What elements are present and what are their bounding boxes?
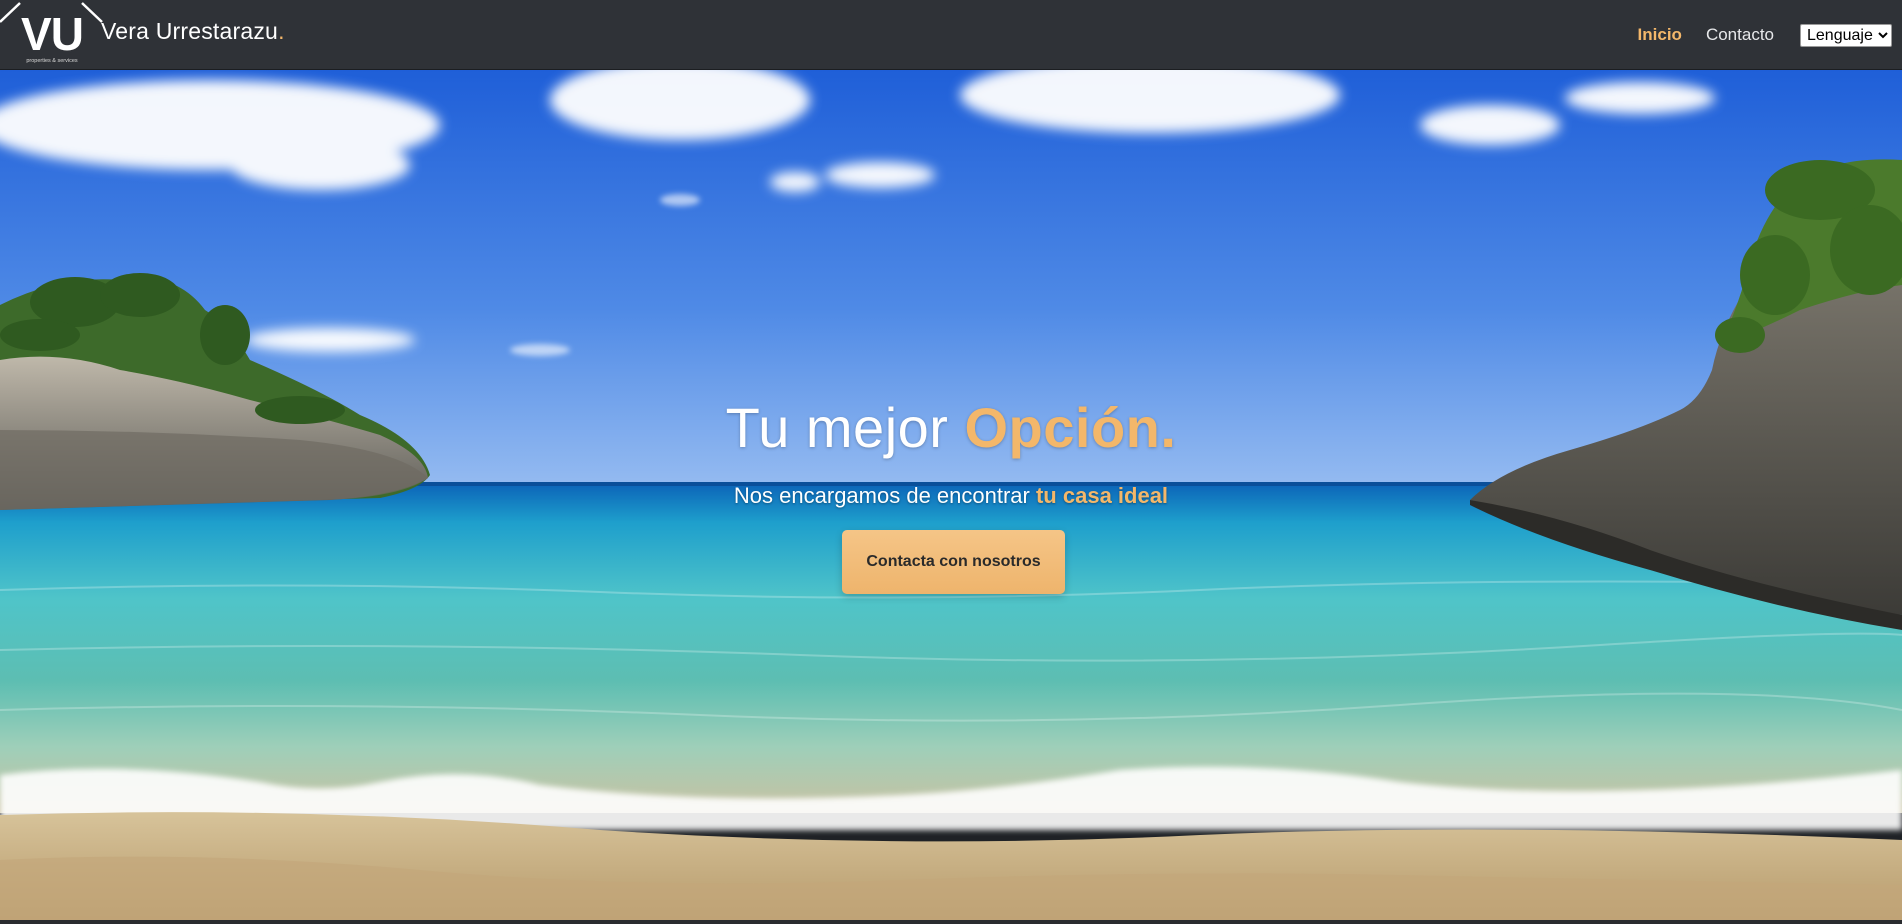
logo-initials: VU — [21, 8, 83, 60]
logo-tagline: properties & services — [26, 58, 78, 64]
hero-title: Tu mejor Opción. — [0, 395, 1902, 460]
page-bottom-edge — [0, 920, 1902, 924]
brand-logo[interactable]: VU properties & services — [0, 0, 104, 68]
hero-section: Tu mejor Opción. Nos encargamos de encon… — [0, 70, 1902, 920]
hero-title-plain: Tu mejor — [725, 396, 965, 459]
nav-link-inicio[interactable]: Inicio — [1638, 25, 1682, 45]
brand-name[interactable]: Vera Urrestarazu. — [101, 18, 285, 45]
hero-subtitle-plain: Nos encargamos de encontrar — [733, 483, 1036, 508]
hero-subtitle-accent: tu casa ideal — [1035, 483, 1169, 508]
language-select[interactable]: Lenguaje — [1800, 23, 1892, 47]
hero-subtitle: Nos encargamos de encontrar tu casa idea… — [0, 483, 1902, 509]
nav-link-contacto[interactable]: Contacto — [1706, 25, 1774, 45]
navbar: VU properties & services Vera Urrestaraz… — [0, 0, 1902, 70]
nav-menu: Inicio Contacto Lenguaje — [1638, 0, 1892, 70]
brand-text: Vera Urrestarazu — [101, 18, 279, 44]
contact-us-button[interactable]: Contacta con nosotros — [842, 530, 1065, 594]
hero-title-accent: Opción. — [964, 396, 1177, 459]
brand-dot: . — [278, 18, 285, 44]
